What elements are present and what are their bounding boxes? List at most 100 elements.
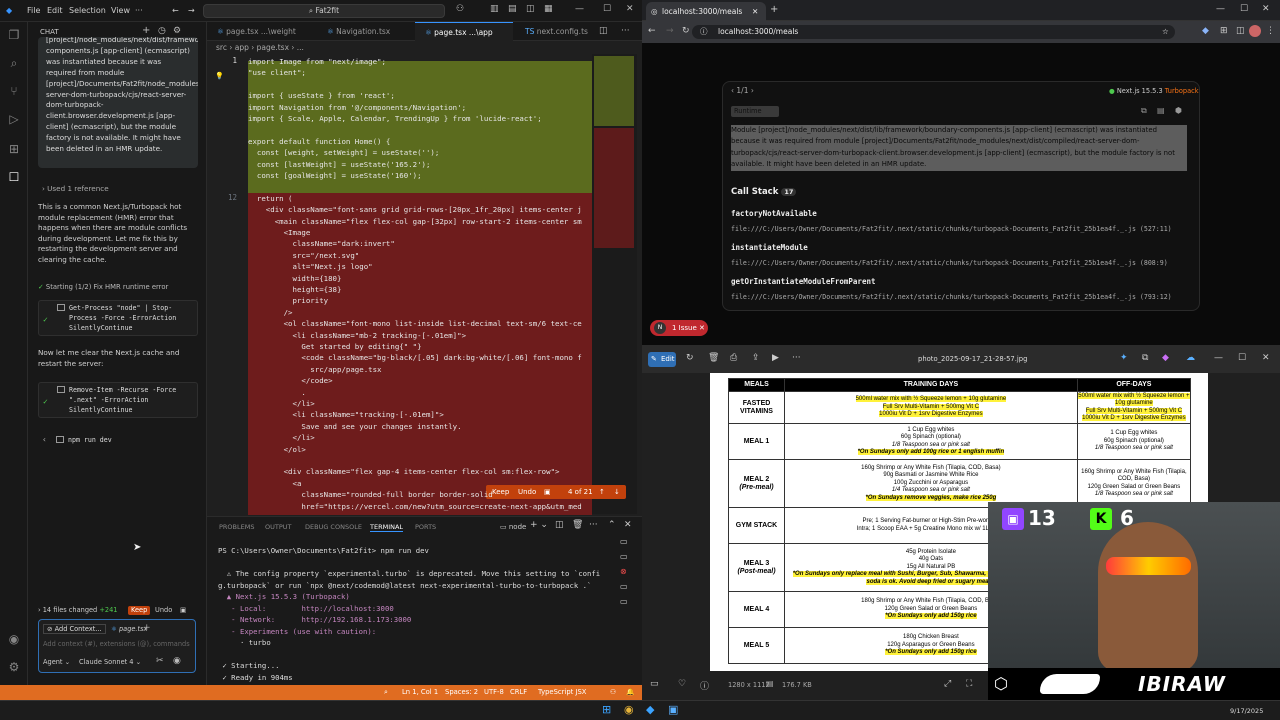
url-input[interactable]: ⓘ localhost:3000/meals ☆ bbox=[692, 25, 1175, 39]
windows-start-icon[interactable]: ⊞ bbox=[602, 703, 611, 716]
extension-icon[interactable]: ◆ bbox=[1202, 26, 1209, 36]
new-tab-icon[interactable]: + bbox=[770, 4, 778, 15]
code-line[interactable]: export default function Home() { bbox=[248, 136, 390, 148]
code-line[interactable]: <ol className="font-mono list-inside lis… bbox=[248, 318, 582, 330]
used-references[interactable]: › Used 1 reference bbox=[42, 184, 202, 195]
code-line[interactable]: <main className="flex flex-col gap-[32px… bbox=[248, 216, 582, 228]
bug-icon[interactable]: ⬢ bbox=[1175, 106, 1182, 115]
maximize-icon[interactable]: ☐ bbox=[603, 4, 611, 14]
line-ending[interactable]: CRLF bbox=[510, 688, 527, 696]
terminal-tool-call[interactable]: ✓ Get-Process "node" | Stop-Process -Forc… bbox=[38, 300, 198, 336]
close-icon[interactable]: ✕ bbox=[699, 324, 705, 332]
source-control-icon[interactable]: ⑂ bbox=[7, 84, 21, 98]
split-editor-icon[interactable]: ◫ bbox=[599, 26, 608, 36]
files-changed-bar[interactable]: › 14 files changed +241 Keep Undo ▣ bbox=[38, 604, 198, 617]
code-line[interactable]: src="/next.svg" bbox=[248, 250, 359, 262]
code-line[interactable]: </li> bbox=[248, 432, 314, 444]
keep-button[interactable]: Keep bbox=[492, 485, 509, 499]
command-search-box[interactable]: ⌕ Fat2fit bbox=[203, 4, 445, 18]
history-icon[interactable]: ◷ bbox=[158, 26, 166, 36]
run-debug-icon[interactable]: ▷ bbox=[7, 112, 21, 126]
code-line[interactable]: const [weight, setWeight] = useState('')… bbox=[248, 147, 439, 159]
error-icon[interactable]: ⊗ bbox=[620, 567, 627, 576]
zoom-icon[interactable]: ⌕ bbox=[384, 688, 388, 697]
code-line[interactable]: const [lastWeight] = useState('165.2'); bbox=[248, 159, 431, 171]
code-line[interactable]: Get started by editing{" "} bbox=[248, 341, 421, 353]
fit-window-icon[interactable]: ⤢ bbox=[944, 679, 951, 689]
ai-icon[interactable]: ✦ bbox=[1120, 353, 1128, 363]
tab-output[interactable]: OUTPUT bbox=[265, 523, 292, 531]
next-version-badge[interactable]: ● Next.js 15.5.3 Turbopack bbox=[1109, 87, 1199, 95]
keep-button[interactable]: Keep bbox=[128, 606, 151, 615]
code-line[interactable]: const [goalWeight] = useState('160'); bbox=[248, 170, 422, 182]
browser-tab[interactable]: ◎ localhost:3000/meals ✕ bbox=[646, 2, 766, 21]
copilot-icon[interactable]: ⚇ bbox=[610, 688, 616, 696]
chat-icon[interactable]: ☐ bbox=[7, 170, 21, 184]
code-line[interactable]: . bbox=[248, 387, 305, 399]
account-icon[interactable]: ◉ bbox=[7, 632, 21, 646]
split-terminal-icon[interactable]: ◫ bbox=[555, 520, 564, 530]
maximize-icon[interactable]: ☐ bbox=[1240, 4, 1248, 14]
code-line[interactable]: Save and see your changes instantly. bbox=[248, 421, 461, 433]
close-panel-icon[interactable]: ✕ bbox=[624, 520, 632, 530]
minimize-icon[interactable]: — bbox=[1214, 353, 1223, 363]
rotate-icon[interactable]: ↻ bbox=[686, 353, 694, 363]
slideshow-icon[interactable]: ▶ bbox=[772, 353, 779, 363]
diff-icon[interactable]: ▣ bbox=[544, 485, 551, 499]
lightbulb-icon[interactable]: 💡 bbox=[215, 72, 224, 80]
share-icon[interactable]: ⇪ bbox=[752, 353, 760, 363]
arrow-down-icon[interactable]: ↓ bbox=[614, 485, 620, 499]
code-line[interactable]: <Image bbox=[248, 227, 311, 239]
copilot-icon[interactable]: ⚇ bbox=[456, 4, 464, 14]
send-icon[interactable]: ◉ bbox=[173, 656, 181, 666]
tools-icon[interactable]: ✂ bbox=[156, 656, 164, 666]
new-chat-icon[interactable]: + bbox=[142, 25, 150, 36]
tab-navigation[interactable]: ⚛ Navigation.tsx bbox=[317, 22, 412, 41]
explorer-icon[interactable]: ❐ bbox=[7, 28, 21, 42]
chat-input-placeholder[interactable]: Add context (#), extensions (@), command… bbox=[43, 640, 193, 648]
maximize-icon[interactable]: ☐ bbox=[1238, 353, 1246, 363]
trash-icon[interactable]: 🗑 bbox=[708, 353, 719, 363]
cursor-position[interactable]: Ln 1, Col 1 bbox=[402, 688, 438, 696]
new-terminal-icon[interactable]: + ⌄ bbox=[530, 520, 548, 530]
code-line[interactable]: </ol> bbox=[248, 444, 306, 456]
todo-status[interactable]: ✓ Starting (1/2) Fix HMR runtime error bbox=[38, 282, 198, 293]
call-stack-header[interactable]: Call Stack 17 bbox=[731, 187, 797, 197]
fullscreen-icon[interactable]: ⛶ bbox=[966, 679, 972, 689]
layout-secondary-icon[interactable]: ◫ bbox=[526, 4, 535, 14]
arrow-up-icon[interactable]: ↑ bbox=[599, 485, 605, 499]
photos-icon[interactable]: ▣ bbox=[668, 703, 678, 716]
context-file-chip[interactable]: ⚛ page.tsx bbox=[111, 625, 147, 633]
code-line[interactable]: <div className="font-sans grid grid-rows… bbox=[248, 204, 582, 216]
edit-button[interactable]: ✎ Edit bbox=[648, 352, 676, 367]
reload-icon[interactable]: ↻ bbox=[682, 26, 690, 36]
settings-gear-icon[interactable]: ⚙ bbox=[173, 26, 181, 36]
code-line[interactable]: </code> bbox=[248, 375, 332, 387]
close-icon[interactable]: ✕ bbox=[1262, 4, 1270, 14]
copy-icon[interactable]: ⧉ bbox=[1142, 353, 1148, 363]
menu-selection[interactable]: Selection bbox=[69, 6, 106, 15]
model-selector[interactable]: Claude Sonnet 4 ⌄ bbox=[79, 658, 141, 666]
tab-terminal[interactable]: TERMINAL bbox=[370, 523, 404, 532]
menu-view[interactable]: View bbox=[111, 6, 130, 15]
code-line[interactable]: import Navigation from '@/components/Nav… bbox=[248, 102, 466, 114]
minimap[interactable] bbox=[592, 54, 637, 514]
review-icon[interactable]: ▣ bbox=[180, 604, 186, 617]
code-line[interactable]: "use client"; bbox=[248, 67, 306, 79]
tab-next-config[interactable]: TS next.config.ts bbox=[515, 22, 595, 41]
minimize-icon[interactable]: — bbox=[1216, 4, 1225, 14]
terminal-icon[interactable]: ▭ bbox=[620, 537, 628, 546]
settings-gear-icon[interactable]: ⚙ bbox=[7, 660, 21, 674]
add-icon[interactable]: + bbox=[143, 623, 151, 633]
close-icon[interactable]: ✕ bbox=[1262, 353, 1270, 363]
code-line[interactable]: </li> bbox=[248, 398, 314, 410]
menu-edit[interactable]: Edit bbox=[47, 6, 63, 15]
code-line[interactable]: className="dark:invert" bbox=[248, 238, 394, 250]
code-line[interactable]: import Image from "next/image"; bbox=[248, 56, 386, 68]
code-line[interactable]: <li className="tracking-[-.01em]"> bbox=[248, 409, 443, 421]
copy-icon[interactable]: ⧉ bbox=[1141, 106, 1147, 116]
info-icon[interactable]: ⓘ bbox=[700, 679, 709, 692]
site-info-icon[interactable]: ⓘ bbox=[700, 25, 708, 39]
extensions-icon[interactable]: ⊞ bbox=[1220, 26, 1228, 36]
menu-file[interactable]: File bbox=[27, 6, 40, 15]
